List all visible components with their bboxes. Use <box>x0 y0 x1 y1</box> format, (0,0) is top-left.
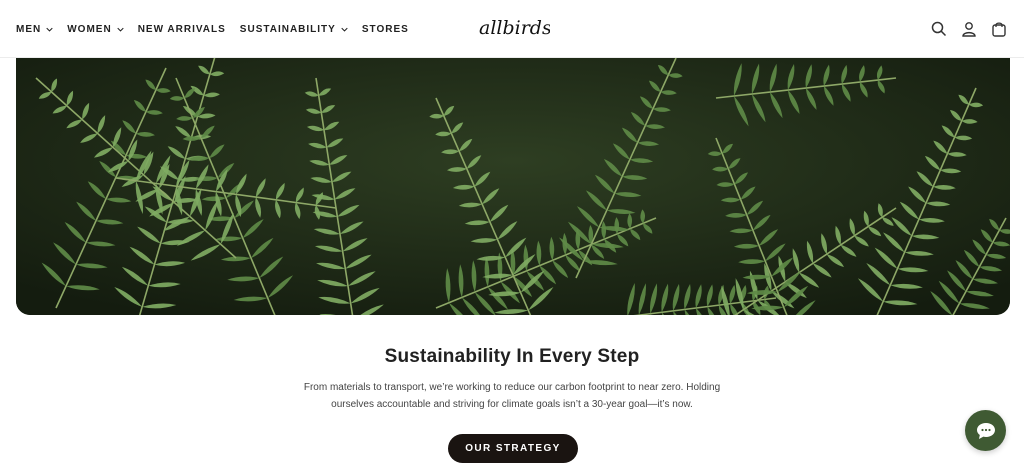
main-menu: MEN WOMEN NEW ARRIVALS SUSTAINABILITY ST… <box>16 0 409 58</box>
fern-leaves-icon <box>16 58 1010 315</box>
hero-fern-image <box>16 58 1010 315</box>
top-navigation: MEN WOMEN NEW ARRIVALS SUSTAINABILITY ST… <box>0 0 1024 58</box>
chat-widget-button[interactable] <box>965 410 1006 451</box>
section-headline: Sustainability In Every Step <box>384 346 640 367</box>
nav-item-women[interactable]: WOMEN <box>67 23 124 35</box>
chevron-down-icon <box>46 27 53 32</box>
nav-item-label: WOMEN <box>67 23 112 35</box>
nav-item-label: STORES <box>361 23 409 35</box>
nav-item-new-arrivals[interactable]: NEW ARRIVALS <box>138 24 226 35</box>
section-description: From materials to transport, we’re worki… <box>292 379 732 413</box>
utility-icons <box>930 0 1008 58</box>
description-line-2: ourselves accountable and striving for c… <box>331 399 693 410</box>
search-icon[interactable] <box>930 20 948 38</box>
nav-item-stores[interactable]: STORES <box>362 24 409 35</box>
description-line-1: From materials to transport, we’re worki… <box>303 382 721 393</box>
nav-item-men[interactable]: MEN <box>16 24 53 35</box>
nav-item-label: NEW ARRIVALS <box>137 23 226 35</box>
allbirds-logo[interactable]: allbirds <box>478 14 550 42</box>
chat-bubble-icon <box>976 422 995 439</box>
nav-item-sustainability[interactable]: SUSTAINABILITY <box>240 24 348 35</box>
cart-icon[interactable] <box>990 20 1008 38</box>
svg-text:allbirds: allbirds <box>479 17 550 39</box>
account-icon[interactable] <box>960 20 978 38</box>
chevron-down-icon <box>117 27 124 32</box>
chevron-down-icon <box>341 27 348 32</box>
nav-item-label: SUSTAINABILITY <box>239 23 336 35</box>
nav-item-label: MEN <box>16 23 42 35</box>
our-strategy-button[interactable]: OUR STRATEGY <box>448 434 578 463</box>
